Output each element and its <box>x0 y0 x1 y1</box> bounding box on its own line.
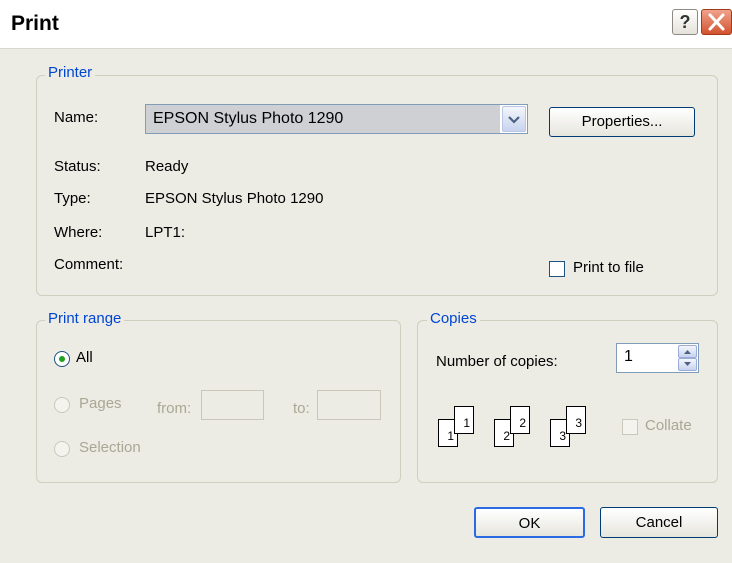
print-range-legend: Print range <box>45 310 125 327</box>
type-label: Type: <box>54 190 91 207</box>
copies-legend: Copies <box>427 310 480 327</box>
chevron-down-icon <box>508 116 520 124</box>
spin-down-button[interactable] <box>678 358 697 371</box>
copies-value: 1 <box>624 348 633 365</box>
arrow-up-icon <box>684 350 691 354</box>
where-value: LPT1: <box>145 224 186 241</box>
title-bar <box>0 0 732 49</box>
to-page-input[interactable] <box>317 390 381 420</box>
radio-selected-dot <box>59 356 65 362</box>
to-label: to: <box>293 400 310 417</box>
close-icon <box>708 13 725 31</box>
close-button[interactable] <box>701 9 732 35</box>
help-button[interactable]: ? <box>672 9 698 35</box>
radio-selection-label[interactable]: Selection <box>79 439 141 456</box>
arrow-down-icon <box>684 362 691 366</box>
collate-label[interactable]: Collate <box>645 417 692 434</box>
copies-spinner[interactable]: 1 <box>616 343 699 373</box>
printer-group-legend: Printer <box>45 64 96 81</box>
where-label: Where: <box>54 224 103 241</box>
spinner-buttons <box>678 345 697 371</box>
from-label: from: <box>157 400 192 417</box>
properties-button[interactable]: Properties... <box>549 107 695 137</box>
printer-name-value: EPSON Stylus Photo 1290 <box>146 105 500 133</box>
comment-label: Comment: <box>54 256 124 273</box>
print-to-file-label[interactable]: Print to file <box>573 259 644 276</box>
name-label: Name: <box>54 109 99 126</box>
radio-all-label[interactable]: All <box>76 349 93 366</box>
type-value: EPSON Stylus Photo 1290 <box>145 190 324 207</box>
page-icon: 3 <box>566 406 586 434</box>
number-of-copies-label: Number of copies: <box>436 353 558 370</box>
dropdown-button[interactable] <box>502 106 526 132</box>
radio-pages[interactable] <box>54 397 70 413</box>
window-title: Print <box>11 12 59 35</box>
collate-checkbox[interactable] <box>622 419 638 435</box>
from-page-input[interactable] <box>201 390 264 420</box>
radio-pages-label[interactable]: Pages <box>79 395 122 412</box>
ok-button[interactable]: OK <box>474 507 585 538</box>
printer-name-dropdown[interactable]: EPSON Stylus Photo 1290 <box>145 104 528 134</box>
status-label: Status: <box>54 158 101 175</box>
help-icon: ? <box>679 12 691 32</box>
cancel-button[interactable]: Cancel <box>600 507 718 538</box>
print-to-file-checkbox[interactable] <box>549 261 565 277</box>
page-icon: 2 <box>510 406 530 434</box>
page-icon: 1 <box>454 406 474 434</box>
radio-all[interactable] <box>54 351 70 367</box>
radio-selection[interactable] <box>54 441 70 457</box>
spin-up-button[interactable] <box>678 345 697 358</box>
status-value: Ready <box>145 158 189 175</box>
